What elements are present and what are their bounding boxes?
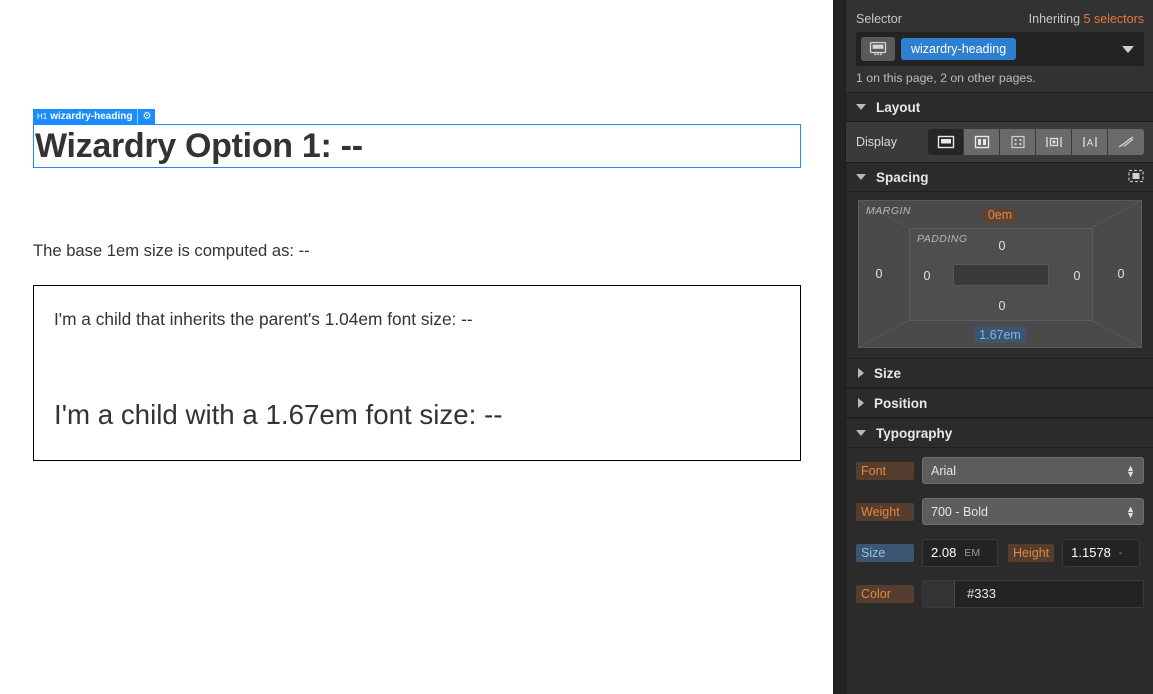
section-header-layout[interactable]: Layout (846, 92, 1153, 122)
display-grid-icon[interactable] (1000, 129, 1036, 155)
weight-value: 700 - Bold (931, 504, 988, 519)
color-label[interactable]: Color (856, 584, 914, 603)
selected-heading-element[interactable]: Wizardry Option 1: -- (33, 124, 801, 168)
font-value: Arial (931, 463, 957, 478)
weight-row: Weight 700 - Bold ▲ ▼ (846, 491, 1153, 532)
color-row: Color #333 (846, 573, 1153, 614)
padding-right-value[interactable]: 0 (1074, 269, 1081, 283)
line-height-input[interactable]: 1.1578 - (1062, 538, 1141, 567)
badge-tag-name: H1 (37, 112, 48, 121)
font-size-input[interactable]: 2.08 EM (922, 538, 998, 567)
desktop-icon[interactable] (861, 37, 895, 61)
element-selection-badge[interactable]: H1 wizardry-heading ⚙ (33, 109, 156, 124)
child-sized-text: I'm a child with a 1.67em font size: -- (54, 399, 503, 430)
gear-icon[interactable]: ⚙ (137, 109, 155, 124)
font-size-value: 2.08 (931, 545, 957, 560)
chevron-down-icon[interactable] (1122, 45, 1134, 53)
section-title-typography: Typography (876, 425, 953, 441)
chevron-down-icon (856, 430, 866, 436)
panel-top-strip (846, 0, 1153, 8)
style-inspector-app: H1 wizardry-heading ⚙ Wizardry Option 1:… (0, 0, 1153, 694)
size-row: Size 2.08 EM Height 1.1578 - (846, 532, 1153, 573)
panel-left-rail (834, 0, 846, 694)
padding-top-value[interactable]: 0 (999, 239, 1006, 253)
font-select[interactable]: Arial ▲ ▼ (922, 457, 1144, 484)
margin-label: MARGIN (866, 205, 911, 217)
child-container[interactable]: I'm a child that inherits the parent's 1… (33, 285, 801, 461)
display-options: A (928, 129, 1144, 155)
margin-left-value[interactable]: 0 (876, 267, 883, 281)
font-row: Font Arial ▲ ▼ (846, 450, 1153, 491)
section-title-spacing: Spacing (876, 169, 929, 185)
chevron-down-icon (856, 174, 866, 180)
chevron-down-icon (856, 104, 866, 110)
margin-top-value[interactable]: 0em (982, 207, 1018, 223)
weight-label[interactable]: Weight (856, 502, 914, 521)
padding-label: PADDING (917, 233, 968, 245)
color-input[interactable]: #333 (922, 579, 1144, 608)
margin-right-value[interactable]: 0 (1118, 267, 1125, 281)
padding-left-value[interactable]: 0 (924, 269, 931, 283)
selector-row[interactable]: wizardry-heading (856, 32, 1144, 66)
section-header-position[interactable]: Position (846, 388, 1153, 418)
section-header-typography[interactable]: Typography (846, 418, 1153, 448)
heading-text: Wizardry Option 1: -- (35, 127, 363, 165)
inheriting-count[interactable]: 5 selectors (1084, 12, 1144, 26)
section-header-size[interactable]: Size (846, 358, 1153, 388)
margin-bottom-value[interactable]: 1.67em (974, 327, 1026, 343)
selector-usage: 1 on this page, 2 on other pages. (846, 68, 1153, 92)
font-size-unit[interactable]: EM (964, 547, 980, 559)
box-model-diagram[interactable]: MARGIN PADDING 0 0 0 0 0em 1.67em 0 0 (858, 200, 1142, 348)
base-size-paragraph: The base 1em size is computed as: -- (33, 241, 310, 260)
display-row: Display A (846, 122, 1153, 162)
selector-row-wrap: wizardry-heading (846, 28, 1153, 68)
font-label[interactable]: Font (856, 461, 914, 480)
display-none-icon[interactable] (1108, 129, 1144, 155)
style-panel: Selector Inheriting 5 selectors wizardry… (833, 0, 1153, 694)
inheriting-info[interactable]: Inheriting 5 selectors (1029, 12, 1144, 26)
selector-chip[interactable]: wizardry-heading (901, 38, 1017, 60)
stepper-icon[interactable]: ▲ ▼ (1126, 463, 1135, 478)
child-inherit-text: I'm a child that inherits the parent's 1… (54, 309, 473, 329)
line-height-unit[interactable]: - (1119, 547, 1123, 559)
padding-bottom-value[interactable]: 0 (999, 299, 1006, 313)
section-title-layout: Layout (876, 99, 921, 115)
chevron-right-icon (858, 398, 864, 408)
selector-label: Selector (856, 12, 902, 26)
badge-class-name: wizardry-heading (50, 111, 133, 122)
display-label: Display (856, 135, 897, 149)
selector-header: Selector Inheriting 5 selectors (846, 8, 1153, 28)
line-height-label[interactable]: Height (1008, 543, 1055, 562)
size-label[interactable]: Size (856, 543, 914, 562)
display-inline-block-icon[interactable] (1036, 129, 1072, 155)
display-block-icon[interactable] (928, 129, 964, 155)
section-title-position: Position (874, 395, 928, 411)
color-swatch[interactable] (923, 580, 955, 607)
section-header-spacing[interactable]: Spacing (846, 162, 1153, 192)
box-model-icon[interactable] (1128, 168, 1144, 187)
display-flex-icon[interactable] (964, 129, 1000, 155)
inheriting-prefix: Inheriting (1028, 12, 1084, 26)
line-height-value: 1.1578 (1071, 545, 1111, 560)
section-title-size: Size (874, 365, 902, 381)
padding-box[interactable]: PADDING 0 0 0 0 (909, 228, 1093, 321)
content-box[interactable] (953, 263, 1049, 286)
svg-text:A: A (1086, 138, 1093, 149)
color-value: #333 (967, 586, 996, 601)
display-inline-icon[interactable]: A (1072, 129, 1108, 155)
typography-section: Font Arial ▲ ▼ Weight 700 - Bold ▲ ▼ Size (846, 448, 1153, 618)
stepper-icon[interactable]: ▲ ▼ (1126, 504, 1135, 519)
chevron-right-icon (858, 368, 864, 378)
page-canvas[interactable]: H1 wizardry-heading ⚙ Wizardry Option 1:… (0, 0, 833, 694)
weight-select[interactable]: 700 - Bold ▲ ▼ (922, 498, 1144, 525)
box-model-wrap: MARGIN PADDING 0 0 0 0 0em 1.67em 0 0 (846, 192, 1153, 358)
